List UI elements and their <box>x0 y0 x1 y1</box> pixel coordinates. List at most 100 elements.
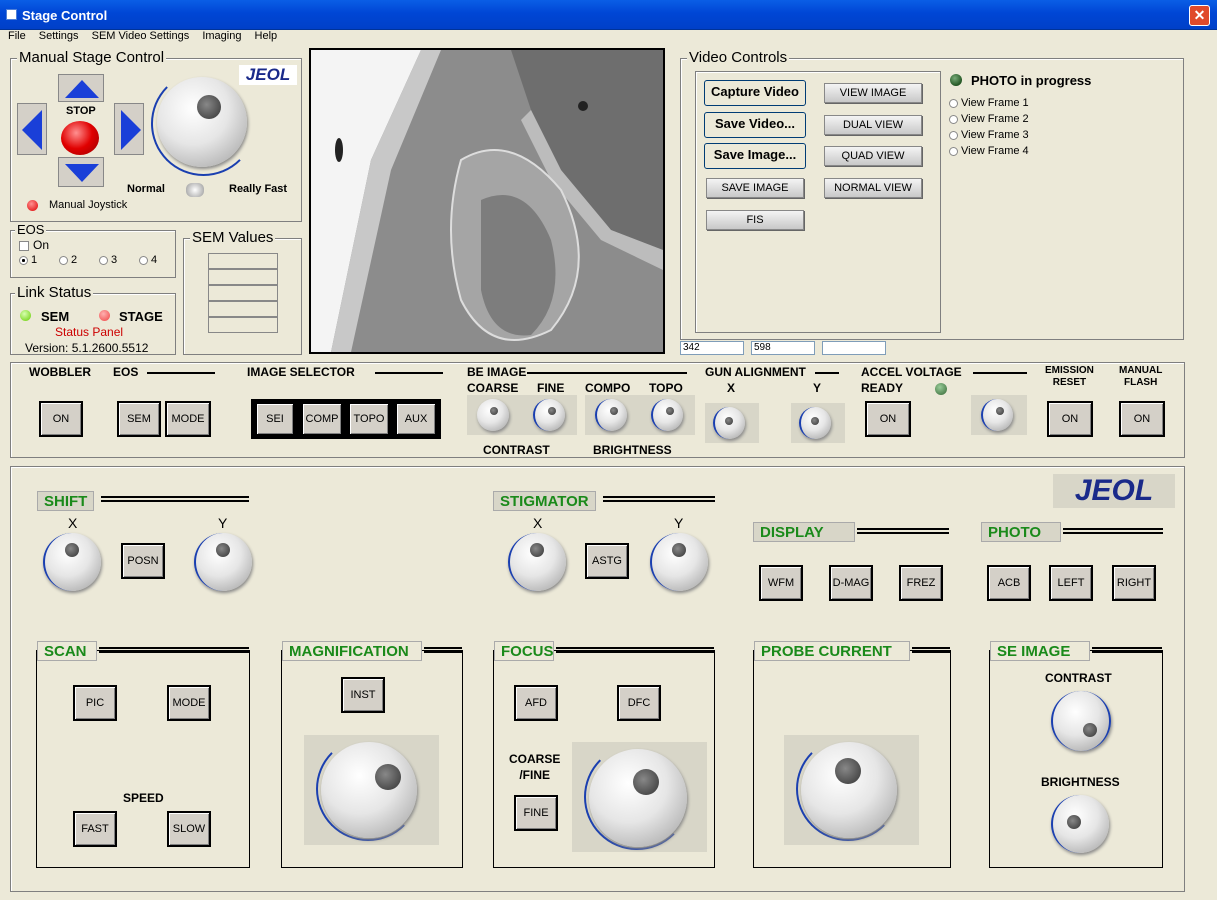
coarse-fine-label: COARSE /FINE <box>509 752 561 782</box>
left-button[interactable]: LEFT <box>1049 565 1093 601</box>
focus-knob[interactable] <box>589 749 687 847</box>
accel-on-button[interactable]: ON <box>865 401 911 437</box>
probe-current-divider <box>912 647 950 653</box>
frez-button[interactable]: FREZ <box>899 565 943 601</box>
stigmator-y-knob[interactable] <box>650 533 708 591</box>
stigmator-x-knob[interactable] <box>508 533 566 591</box>
shift-divider <box>101 496 249 502</box>
accel-ready-label: READY <box>861 381 904 395</box>
right-arrow-button[interactable] <box>114 103 144 155</box>
emission-reset-button[interactable]: ON <box>1047 401 1093 437</box>
d-mag-button[interactable]: D-MAG <box>829 565 873 601</box>
wfm-button[interactable]: WFM <box>759 565 803 601</box>
eos-radio-2[interactable]: 2 <box>59 254 77 266</box>
posn-button[interactable]: POSN <box>121 543 165 579</box>
be-compo-knob[interactable] <box>595 399 627 431</box>
se-image-header: SE IMAGE <box>990 641 1090 661</box>
acb-button[interactable]: ACB <box>987 565 1031 601</box>
fis-button[interactable]: FIS <box>706 210 804 230</box>
sem-image-view[interactable] <box>309 48 665 354</box>
view-image-button[interactable]: VIEW IMAGE <box>824 83 922 103</box>
coord-x-field[interactable]: 342 <box>680 341 744 355</box>
shift-y-knob[interactable] <box>194 533 252 591</box>
manual-flash-button[interactable]: ON <box>1119 401 1165 437</box>
capture-video-button[interactable]: Capture Video <box>704 80 806 106</box>
close-button[interactable]: ✕ <box>1189 5 1210 26</box>
astg-button[interactable]: ASTG <box>585 543 629 579</box>
sel-aux-button[interactable]: AUX <box>395 402 437 436</box>
gun-y-knob[interactable] <box>799 407 831 439</box>
console-panel: JEOL SHIFT X Y POSN STIGMATOR X Y ASTG D… <box>10 466 1185 892</box>
left-arrow-button[interactable] <box>17 103 47 155</box>
magnification-knob[interactable] <box>321 742 417 838</box>
sel-comp-button[interactable]: COMP <box>301 402 343 436</box>
menu-sem-video-settings[interactable]: SEM Video Settings <box>92 30 190 42</box>
sem-led <box>20 310 31 321</box>
eos-mode-button[interactable]: MODE <box>165 401 211 437</box>
view-frame-2-radio[interactable]: View Frame 2 <box>949 113 1029 125</box>
status-panel-label: Status Panel <box>55 325 124 339</box>
eos-sem-button[interactable]: SEM <box>117 401 161 437</box>
stigmator-x-label: X <box>533 515 543 531</box>
scan-mode-button[interactable]: MODE <box>167 685 211 721</box>
eos-on-checkbox[interactable]: On <box>19 238 49 252</box>
photo-status-label: PHOTO in progress <box>971 73 1092 88</box>
probe-current-knob[interactable] <box>801 742 897 838</box>
control-strip: WOBBLER ON EOS SEM MODE IMAGE SELECTOR S… <box>10 362 1185 458</box>
speed-dial-knob[interactable] <box>157 77 247 167</box>
gun-x-label: X <box>727 381 736 395</box>
speed-toggle-switch[interactable] <box>186 183 204 197</box>
be-topo-knob[interactable] <box>651 399 683 431</box>
magnification-divider <box>424 647 462 653</box>
be-image-label: BE IMAGE <box>467 365 527 379</box>
coord-z-field[interactable] <box>822 341 886 355</box>
quad-view-button[interactable]: QUAD VIEW <box>824 146 922 166</box>
normal-view-button[interactable]: NORMAL VIEW <box>824 178 922 198</box>
fast-button[interactable]: FAST <box>73 811 117 847</box>
slow-button[interactable]: SLOW <box>167 811 211 847</box>
se-contrast-knob[interactable] <box>1051 691 1111 751</box>
be-fine-knob[interactable] <box>533 399 565 431</box>
menu-help[interactable]: Help <box>255 30 278 42</box>
sel-topo-button[interactable]: TOPO <box>348 402 390 436</box>
up-arrow-button[interactable] <box>58 74 104 102</box>
menu-file[interactable]: File <box>8 30 26 42</box>
stop-button[interactable] <box>61 121 99 155</box>
be-image-divider <box>527 372 687 374</box>
down-arrow-button[interactable] <box>58 157 104 187</box>
menu-imaging[interactable]: Imaging <box>202 30 241 42</box>
wobbler-on-button[interactable]: ON <box>39 401 83 437</box>
coord-y-field[interactable]: 598 <box>751 341 815 355</box>
speed-label: SPEED <box>123 791 164 805</box>
eos-radio-1[interactable]: 1 <box>19 254 37 266</box>
eos-radio-3[interactable]: 3 <box>99 254 117 266</box>
inst-button[interactable]: INST <box>341 677 385 713</box>
gun-x-knob[interactable] <box>713 407 745 439</box>
sel-sei-button[interactable]: SEI <box>255 402 295 436</box>
view-frame-4-radio[interactable]: View Frame 4 <box>949 145 1029 157</box>
joystick-led <box>27 200 38 211</box>
focus-fine-button[interactable]: FINE <box>514 795 558 831</box>
save-image-alt-button[interactable]: SAVE IMAGE <box>706 178 804 198</box>
arrow-up-icon <box>65 80 99 98</box>
view-frame-1-radio[interactable]: View Frame 1 <box>949 97 1029 109</box>
be-coarse-knob[interactable] <box>477 399 509 431</box>
accel-voltage-knob[interactable] <box>981 399 1013 431</box>
se-image-divider <box>1092 647 1162 653</box>
se-brightness-knob[interactable] <box>1051 795 1109 853</box>
afd-button[interactable]: AFD <box>514 685 558 721</box>
menu-settings[interactable]: Settings <box>39 30 79 42</box>
view-frame-3-radio[interactable]: View Frame 3 <box>949 129 1029 141</box>
eos-title: EOS <box>15 222 47 238</box>
knob-indicator <box>1067 815 1081 829</box>
dfc-button[interactable]: DFC <box>617 685 661 721</box>
save-video-button[interactable]: Save Video... <box>704 112 806 138</box>
accel-voltage-divider <box>973 372 1027 374</box>
eos-group: EOS On 1 2 3 4 <box>10 222 176 278</box>
shift-x-knob[interactable] <box>43 533 101 591</box>
save-image-button[interactable]: Save Image... <box>704 143 806 169</box>
eos-radio-4[interactable]: 4 <box>139 254 157 266</box>
dual-view-button[interactable]: DUAL VIEW <box>824 115 922 135</box>
pic-button[interactable]: PIC <box>73 685 117 721</box>
right-button[interactable]: RIGHT <box>1112 565 1156 601</box>
